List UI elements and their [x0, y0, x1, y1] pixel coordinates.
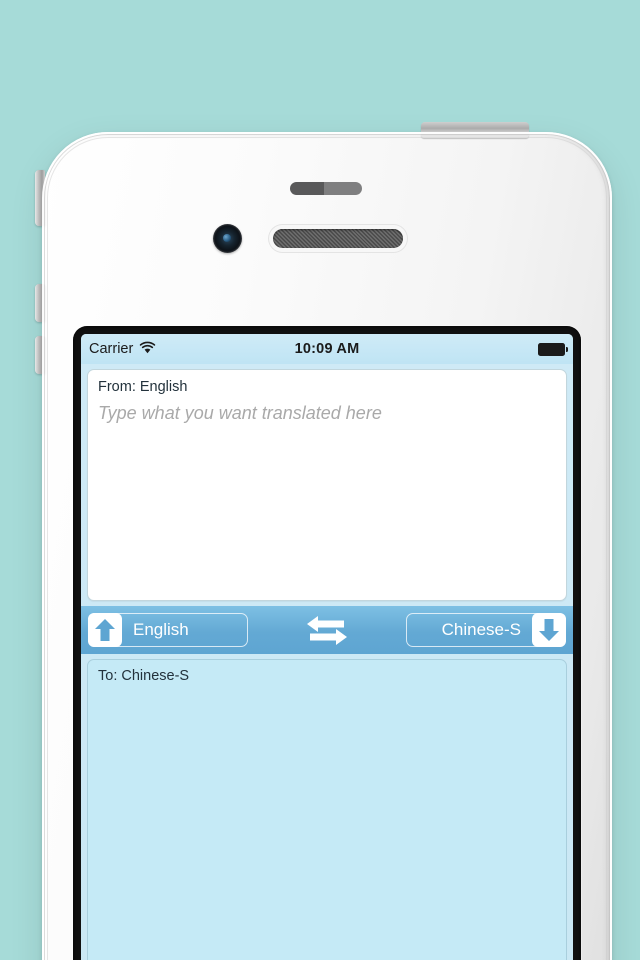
- source-language-name: English: [133, 620, 189, 639]
- translator-app: From: English Type what you want transla…: [81, 364, 573, 960]
- phone-device: Carrier 10:09 AM From: English Type what…: [35, 122, 612, 960]
- power-button[interactable]: [421, 122, 529, 138]
- target-language-name: Chinese-S: [441, 620, 521, 639]
- screen-bezel: Carrier 10:09 AM From: English Type what…: [73, 326, 581, 960]
- wifi-icon: [139, 341, 156, 358]
- target-language-label: To: Chinese-S: [98, 668, 190, 684]
- source-language-selector[interactable]: English: [88, 613, 248, 647]
- status-bar-right: [538, 342, 569, 356]
- source-input-placeholder: Type what you want translated here: [98, 403, 382, 424]
- swap-arrows-icon[interactable]: [304, 613, 350, 647]
- status-bar-left: Carrier: [89, 341, 156, 358]
- source-text-input[interactable]: From: English Type what you want transla…: [87, 369, 567, 601]
- volume-down-button[interactable]: [35, 336, 45, 374]
- arrow-down-icon[interactable]: [532, 613, 566, 647]
- arrow-up-icon[interactable]: [88, 613, 122, 647]
- volume-up-button[interactable]: [35, 284, 45, 322]
- source-language-label: From: English: [98, 379, 188, 395]
- status-bar: Carrier 10:09 AM: [81, 334, 573, 364]
- target-language-selector[interactable]: Chinese-S: [406, 613, 566, 647]
- language-selector-bar: English Chinese-S: [81, 606, 573, 654]
- proximity-sensor: [290, 182, 362, 195]
- battery-full-icon: [538, 342, 569, 356]
- earpiece-speaker: [273, 229, 403, 248]
- carrier-label: Carrier: [89, 341, 134, 357]
- phone-screen: Carrier 10:09 AM From: English Type what…: [81, 334, 573, 960]
- screenshot-stage: Carrier 10:09 AM From: English Type what…: [0, 0, 640, 960]
- front-camera: [213, 224, 242, 253]
- target-text-output[interactable]: To: Chinese-S: [87, 659, 567, 960]
- mute-switch[interactable]: [35, 170, 45, 226]
